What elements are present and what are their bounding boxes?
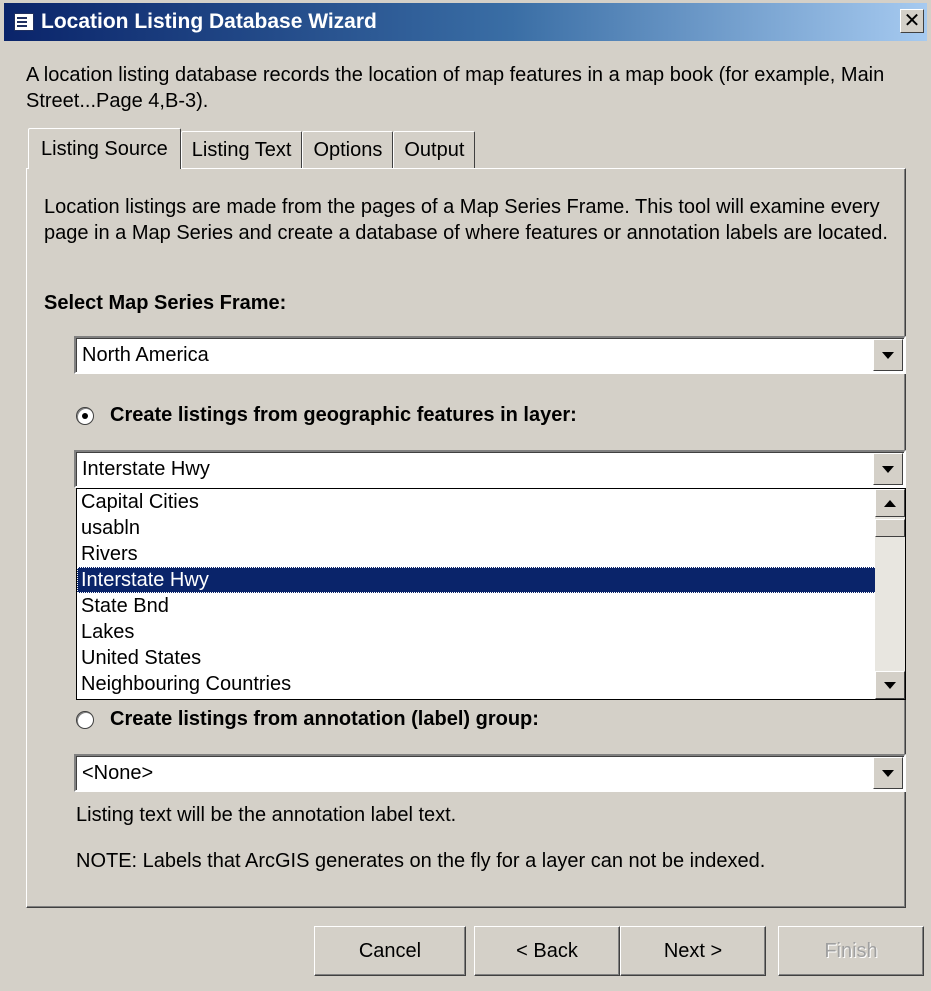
note-text: NOTE: Labels that ArcGIS generates on th… bbox=[76, 850, 766, 872]
radio-annotation[interactable] bbox=[76, 710, 94, 729]
tab-strip: Listing Source Listing Text Options Outp… bbox=[28, 128, 476, 169]
radio-features[interactable] bbox=[76, 406, 94, 425]
layer-option[interactable]: State Bnd bbox=[77, 593, 905, 619]
chevron-down-icon bbox=[882, 465, 894, 473]
layer-dropdown-list[interactable]: Capital Cities usabln Rivers Interstate Hwy… bbox=[76, 488, 906, 700]
list-scrollbar[interactable] bbox=[875, 489, 905, 699]
chevron-down-icon bbox=[882, 351, 894, 359]
title-bar: Location Listing Database Wizard ✕ bbox=[4, 3, 927, 41]
radio-annotation-label: Create listings from annotation (label) … bbox=[110, 708, 539, 730]
frame-select-value: North America bbox=[82, 344, 209, 366]
scroll-thumb[interactable] bbox=[875, 519, 905, 537]
app-icon bbox=[14, 13, 34, 31]
frame-dropdown-button[interactable] bbox=[873, 339, 903, 371]
radio-annotation-row[interactable]: Create listings from annotation (label) … bbox=[76, 708, 539, 731]
chevron-down-icon bbox=[882, 769, 894, 777]
layer-option[interactable]: usabln bbox=[77, 515, 905, 541]
layer-option[interactable]: Neighbouring Countries bbox=[77, 671, 905, 697]
scroll-up-button[interactable] bbox=[875, 489, 905, 517]
close-icon: ✕ bbox=[903, 10, 921, 32]
back-button[interactable]: < Back bbox=[474, 926, 620, 976]
layer-option[interactable]: Lakes bbox=[77, 619, 905, 645]
annotation-select[interactable]: <None> bbox=[74, 754, 906, 792]
window-title: Location Listing Database Wizard bbox=[41, 10, 377, 33]
intro-text: A location listing database records the … bbox=[26, 64, 885, 112]
layer-option[interactable]: Interstate Hwy bbox=[77, 567, 905, 593]
annotation-dropdown-button[interactable] bbox=[873, 757, 903, 789]
layer-option[interactable]: Rivers bbox=[77, 541, 905, 567]
cancel-button[interactable]: Cancel bbox=[314, 926, 466, 976]
next-button[interactable]: Next > bbox=[620, 926, 766, 976]
arrow-up-icon bbox=[884, 499, 896, 507]
annotation-hint: Listing text will be the annotation labe… bbox=[76, 804, 457, 826]
layer-select[interactable]: Interstate Hwy bbox=[74, 450, 906, 488]
panel-description: Location listings are made from the page… bbox=[44, 196, 888, 244]
annotation-select-value: <None> bbox=[82, 762, 154, 784]
frame-select[interactable]: North America bbox=[74, 336, 906, 374]
scroll-down-button[interactable] bbox=[875, 671, 905, 699]
layer-dropdown-button[interactable] bbox=[873, 453, 903, 485]
tab-listing-source[interactable]: Listing Source bbox=[28, 128, 181, 169]
tab-listing-text[interactable]: Listing Text bbox=[180, 131, 303, 169]
layer-options: Capital Cities usabln Rivers Interstate Hwy… bbox=[77, 489, 905, 697]
radio-features-label: Create listings from geographic features… bbox=[110, 404, 577, 426]
layer-select-value: Interstate Hwy bbox=[82, 458, 210, 480]
layer-option[interactable]: United States bbox=[77, 645, 905, 671]
layer-option[interactable]: Capital Cities bbox=[77, 489, 905, 515]
arrow-down-icon bbox=[884, 681, 896, 689]
close-button[interactable]: ✕ bbox=[900, 9, 924, 33]
tab-options[interactable]: Options bbox=[302, 131, 394, 169]
frame-label: Select Map Series Frame: bbox=[44, 292, 287, 314]
tab-output[interactable]: Output bbox=[393, 131, 476, 169]
radio-features-row[interactable]: Create listings from geographic features… bbox=[76, 404, 577, 427]
finish-button[interactable]: Finish bbox=[778, 926, 924, 976]
